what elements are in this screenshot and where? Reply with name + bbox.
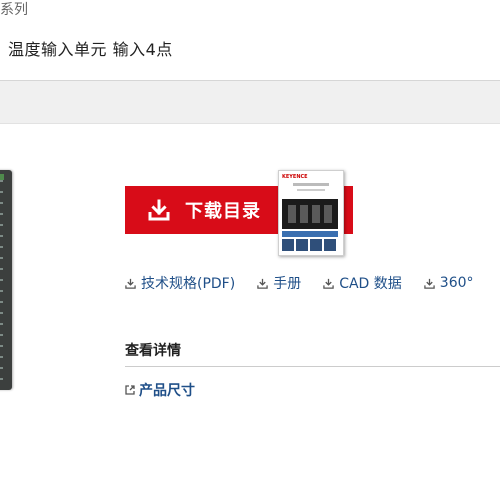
link-cad-data[interactable]: CAD 数据: [323, 273, 402, 293]
catalog-subtitle-line: [297, 189, 325, 191]
link-tech-spec-pdf-label: 技术规格(PDF): [141, 276, 236, 292]
download-catalog-label: 下载目录: [185, 201, 261, 222]
download-icon: [257, 278, 268, 289]
details-heading: 查看详情: [125, 343, 181, 359]
download-icon: [125, 278, 136, 289]
download-icon: [323, 278, 334, 289]
link-360-view[interactable]: 360°: [424, 273, 474, 293]
catalog-cover-image: [282, 199, 338, 229]
catalog-thumbnail[interactable]: KEYENCE: [278, 170, 344, 256]
breadcrumb-fragment: 系列: [0, 2, 28, 18]
link-manual-label: 手册: [273, 276, 302, 292]
download-icon: [148, 199, 170, 221]
link-product-dimensions[interactable]: 产品尺寸: [125, 380, 195, 400]
external-link-icon: [125, 385, 135, 395]
catalog-tiles: [282, 239, 338, 251]
link-product-dimensions-label: 产品尺寸: [139, 383, 195, 399]
catalog-stripe: [282, 231, 338, 237]
link-360-view-label: 360°: [439, 275, 474, 291]
download-icon: [424, 278, 435, 289]
catalog-brand-logo: KEYENCE: [282, 174, 308, 180]
details-section-header: 查看详情: [125, 340, 500, 367]
tab-bar: [0, 80, 500, 124]
product-terminals: [0, 180, 3, 380]
page-subtitle: 温度输入单元 输入4点: [8, 40, 173, 59]
catalog-title-line: [293, 183, 329, 186]
product-image: [0, 170, 12, 390]
link-tech-spec-pdf[interactable]: 技术规格(PDF): [125, 273, 235, 293]
link-manual[interactable]: 手册: [257, 273, 301, 293]
link-cad-data-label: CAD 数据: [339, 276, 402, 292]
download-links: 技术规格(PDF) 手册 CAD 数据 360°: [125, 273, 474, 293]
